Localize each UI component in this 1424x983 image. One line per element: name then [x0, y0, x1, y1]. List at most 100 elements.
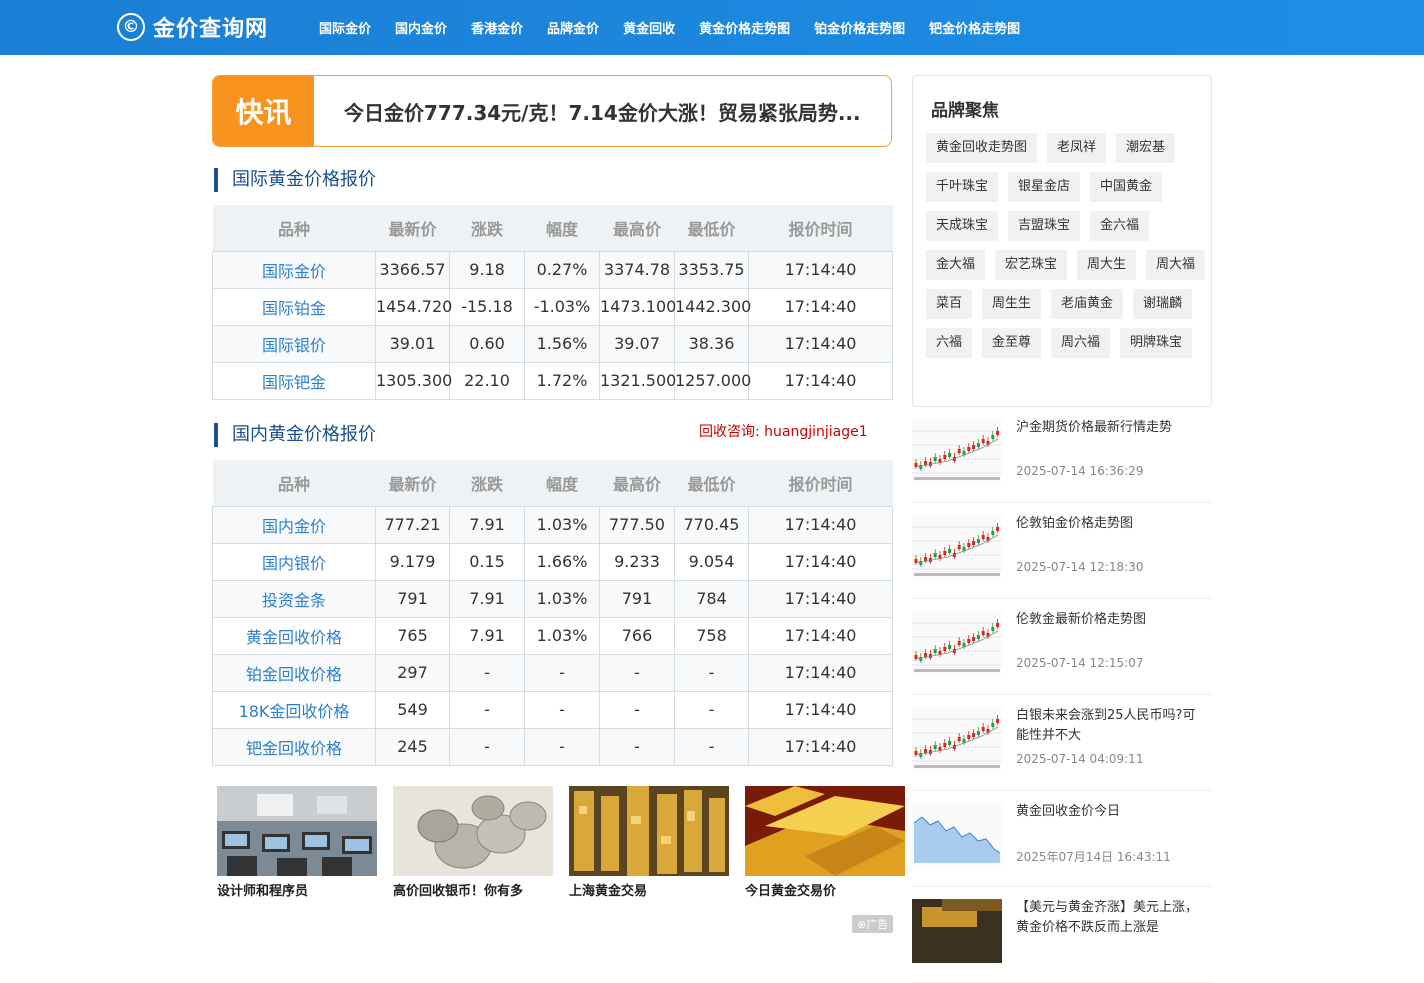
- brand-tag[interactable]: 天成珠宝: [926, 211, 999, 241]
- news-item[interactable]: 黄金回收金价今日 2025年07月14日 16:43:11: [912, 791, 1212, 887]
- item-name-link[interactable]: 投资金条: [212, 579, 376, 618]
- table-cell: 1321.500: [599, 361, 676, 400]
- table-cell: -: [524, 653, 600, 692]
- nav-link[interactable]: 铂金价格走势图: [814, 18, 905, 37]
- table-row: 钯金回收价格 245- - - -17:14:40: [212, 727, 893, 766]
- news-title[interactable]: 白银未来会涨到25人民币吗?可能性并不大: [1016, 706, 1206, 746]
- news-item[interactable]: 伦敦金最新价格走势图 2025-07-14 12:15:07: [912, 599, 1212, 695]
- table-cell: 17:14:40: [748, 287, 893, 326]
- gallery-caption[interactable]: 上海黄金交易: [569, 880, 729, 899]
- site-logo[interactable]: © 金价查询网: [117, 11, 268, 43]
- news-title[interactable]: 【美元与黄金齐涨】美元上涨，黄金价格不跌反而上涨是: [1016, 898, 1206, 938]
- table-cell: 17:14:40: [748, 690, 893, 729]
- brand-tag[interactable]: 金至尊: [982, 328, 1042, 358]
- item-name-link[interactable]: 国际铂金: [212, 287, 376, 326]
- brand-tag[interactable]: 谢瑞麟: [1133, 289, 1193, 319]
- news-thumbnail[interactable]: [912, 419, 1002, 483]
- gallery-item[interactable]: 高价回收银币！你有多: [393, 786, 553, 899]
- brand-tag[interactable]: 六福: [926, 328, 973, 358]
- table-cell: 758: [674, 616, 749, 655]
- table-cell: 1305.300: [375, 361, 452, 400]
- gallery-item[interactable]: 今日黄金交易价: [745, 786, 905, 899]
- table-cell: 0.27%: [524, 250, 600, 289]
- flash-news-banner[interactable]: 快讯 今日金价777.34元/克！7.14金价大涨！贸易紧张局势...: [212, 75, 892, 147]
- item-name-link[interactable]: 国内金价: [212, 505, 376, 544]
- item-name-link[interactable]: 国际钯金: [212, 361, 376, 400]
- brand-tag[interactable]: 宏艺珠宝: [995, 250, 1068, 280]
- news-thumbnail[interactable]: [912, 611, 1002, 675]
- column-header: 报价时间: [748, 205, 893, 252]
- table-cell: -: [449, 690, 525, 729]
- brand-tag[interactable]: 金大福: [926, 250, 986, 280]
- nav-link[interactable]: 国际金价: [319, 18, 371, 37]
- item-name-link[interactable]: 国际金价: [212, 250, 376, 289]
- brand-tag[interactable]: 千叶珠宝: [926, 172, 999, 202]
- table-header-row: 品种 最新价 涨跌 幅度 最高价 最低价 报价时间: [212, 205, 893, 252]
- gallery-caption[interactable]: 高价回收银币！你有多: [393, 880, 553, 899]
- news-date: 2025年07月14日 16:43:11: [1016, 850, 1171, 864]
- brand-tag[interactable]: 周大生: [1077, 250, 1137, 280]
- nav-link[interactable]: 品牌金价: [547, 18, 599, 37]
- gallery-item[interactable]: 上海黄金交易: [569, 786, 729, 899]
- news-thumbnail[interactable]: [912, 899, 1002, 963]
- gallery-image[interactable]: [393, 786, 553, 876]
- item-name-link[interactable]: 国际银价: [212, 324, 376, 363]
- table-cell: -: [674, 727, 749, 766]
- gallery-image[interactable]: [569, 786, 729, 876]
- table-cell: 766: [599, 616, 675, 655]
- nav-link[interactable]: 国内金价: [395, 18, 447, 37]
- nav-link[interactable]: 黄金价格走势图: [699, 18, 790, 37]
- table-cell: -: [524, 727, 600, 766]
- brand-tag[interactable]: 潮宏基: [1116, 133, 1176, 163]
- news-thumbnail[interactable]: [912, 707, 1002, 771]
- item-name-link[interactable]: 铂金回收价格: [212, 653, 376, 692]
- news-title[interactable]: 伦敦铂金价格走势图: [1016, 514, 1206, 534]
- nav-link[interactable]: 香港金价: [471, 18, 523, 37]
- brand-tag[interactable]: 银星金店: [1008, 172, 1081, 202]
- news-item[interactable]: 沪金期货价格最新行情走势 2025-07-14 16:36:29: [912, 407, 1212, 503]
- brand-tag[interactable]: 中国黄金: [1090, 172, 1163, 202]
- table-cell: 0.60: [449, 324, 525, 363]
- table-cell: 17:14:40: [748, 579, 893, 618]
- brand-tag[interactable]: 明牌珠宝: [1120, 328, 1193, 358]
- table-cell: -: [449, 653, 525, 692]
- news-title[interactable]: 伦敦金最新价格走势图: [1016, 610, 1206, 630]
- item-name-link[interactable]: 18K金回收价格: [212, 690, 376, 729]
- brand-tag[interactable]: 金六福: [1090, 211, 1150, 241]
- news-item[interactable]: 【美元与黄金齐涨】美元上涨，黄金价格不跌反而上涨是: [912, 887, 1212, 983]
- brand-tag[interactable]: 吉盟珠宝: [1008, 211, 1081, 241]
- news-title[interactable]: 沪金期货价格最新行情走势: [1016, 418, 1206, 438]
- brand-tag[interactable]: 周大福: [1146, 250, 1206, 280]
- news-date: 2025-07-14 12:15:07: [1016, 656, 1144, 670]
- nav-link[interactable]: 黄金回收: [623, 18, 675, 37]
- news-item[interactable]: 伦敦铂金价格走势图 2025-07-14 12:18:30: [912, 503, 1212, 599]
- item-name-link[interactable]: 国内银价: [212, 542, 376, 581]
- brand-tag[interactable]: 老庙黄金: [1051, 289, 1124, 319]
- brand-tag[interactable]: 老凤祥: [1047, 133, 1107, 163]
- brand-focus-panel: 品牌聚焦 黄金回收走势图 老凤祥 潮宏基千叶珠宝 银星金店 中国黄金天成珠宝 吉盟珠宝 金六…: [912, 75, 1212, 407]
- gallery-image[interactable]: [745, 786, 905, 876]
- brand-focus-title: 品牌聚焦: [931, 101, 999, 121]
- item-name-link[interactable]: 钯金回收价格: [212, 727, 376, 766]
- gallery-caption[interactable]: 今日黄金交易价: [745, 880, 905, 899]
- item-name-link[interactable]: 黄金回收价格: [212, 616, 376, 655]
- gallery-image[interactable]: [217, 786, 377, 876]
- nav-link[interactable]: 钯金价格走势图: [929, 18, 1020, 37]
- brand-tag[interactable]: 菜百: [926, 289, 973, 319]
- table-cell: 22.10: [449, 361, 525, 400]
- table-cell: -: [674, 690, 749, 729]
- news-thumbnail[interactable]: [912, 515, 1002, 579]
- column-header: 最低价: [674, 460, 749, 507]
- news-title[interactable]: 黄金回收金价今日: [1016, 802, 1206, 822]
- news-item[interactable]: 白银未来会涨到25人民币吗?可能性并不大 2025-07-14 04:09:11: [912, 695, 1212, 791]
- gallery-item[interactable]: 设计师和程序员: [217, 786, 377, 899]
- gallery-caption[interactable]: 设计师和程序员: [217, 880, 377, 899]
- flash-news-headline[interactable]: 今日金价777.34元/克！7.14金价大涨！贸易紧张局势...: [314, 76, 891, 146]
- brand-tag[interactable]: 黄金回收走势图: [926, 133, 1038, 163]
- news-thumbnail[interactable]: [912, 803, 1002, 867]
- table-cell: 9.054: [674, 542, 749, 581]
- brand-tag[interactable]: 周生生: [982, 289, 1042, 319]
- brand-tag[interactable]: 周六福: [1051, 328, 1111, 358]
- table-cell: 1454.720: [375, 287, 452, 326]
- table-cell: 1.03%: [524, 616, 600, 655]
